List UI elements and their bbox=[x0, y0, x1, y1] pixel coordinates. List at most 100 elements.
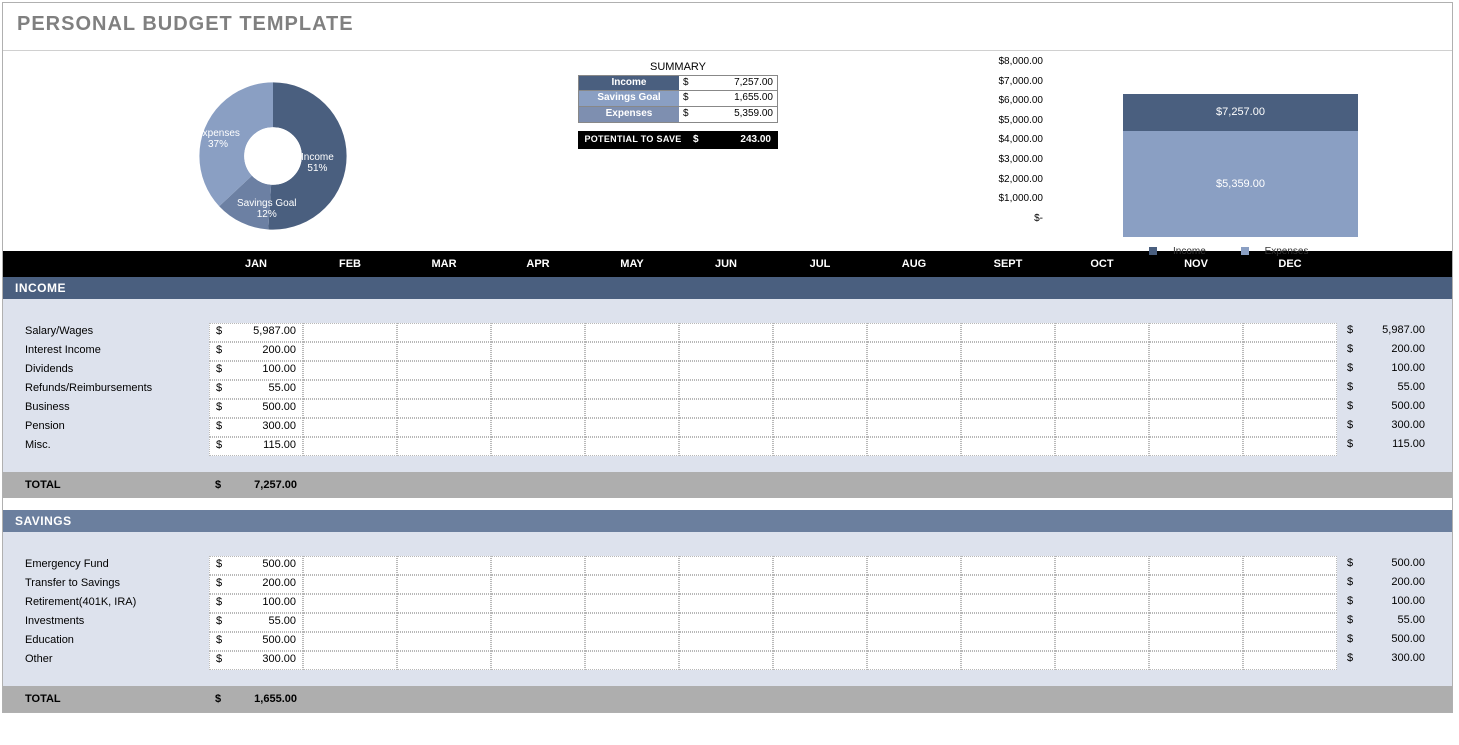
cell-oct[interactable] bbox=[1055, 632, 1149, 651]
cell-sept[interactable] bbox=[961, 380, 1055, 399]
cell-jun[interactable] bbox=[679, 575, 773, 594]
cell-mar[interactable] bbox=[397, 418, 491, 437]
cell-oct[interactable] bbox=[1055, 594, 1149, 613]
cell-feb[interactable] bbox=[303, 342, 397, 361]
cell-mar[interactable] bbox=[397, 575, 491, 594]
cell-feb[interactable] bbox=[303, 594, 397, 613]
cell-mar[interactable] bbox=[397, 632, 491, 651]
cell-apr[interactable] bbox=[491, 632, 585, 651]
cell-jun[interactable] bbox=[679, 361, 773, 380]
cell-nov[interactable] bbox=[1149, 556, 1243, 575]
cell-oct[interactable] bbox=[1055, 613, 1149, 632]
cell-jun[interactable] bbox=[679, 323, 773, 342]
cell-jan[interactable]: $500.00 bbox=[209, 399, 303, 418]
cell-jun[interactable] bbox=[679, 632, 773, 651]
cell-mar[interactable] bbox=[397, 342, 491, 361]
cell-jul[interactable] bbox=[773, 575, 867, 594]
cell-oct[interactable] bbox=[1055, 342, 1149, 361]
cell-may[interactable] bbox=[585, 380, 679, 399]
cell-jul[interactable] bbox=[773, 613, 867, 632]
cell-feb[interactable] bbox=[303, 399, 397, 418]
cell-aug[interactable] bbox=[867, 613, 961, 632]
cell-sept[interactable] bbox=[961, 575, 1055, 594]
cell-jan[interactable]: $200.00 bbox=[209, 575, 303, 594]
cell-may[interactable] bbox=[585, 556, 679, 575]
cell-may[interactable] bbox=[585, 594, 679, 613]
cell-apr[interactable] bbox=[491, 323, 585, 342]
cell-mar[interactable] bbox=[397, 651, 491, 670]
cell-may[interactable] bbox=[585, 418, 679, 437]
cell-apr[interactable] bbox=[491, 613, 585, 632]
cell-nov[interactable] bbox=[1149, 418, 1243, 437]
cell-dec[interactable] bbox=[1243, 418, 1337, 437]
cell-jul[interactable] bbox=[773, 556, 867, 575]
cell-sept[interactable] bbox=[961, 342, 1055, 361]
cell-jul[interactable] bbox=[773, 361, 867, 380]
cell-feb[interactable] bbox=[303, 651, 397, 670]
cell-feb[interactable] bbox=[303, 575, 397, 594]
cell-dec[interactable] bbox=[1243, 632, 1337, 651]
cell-jul[interactable] bbox=[773, 380, 867, 399]
cell-mar[interactable] bbox=[397, 380, 491, 399]
cell-jun[interactable] bbox=[679, 342, 773, 361]
cell-dec[interactable] bbox=[1243, 380, 1337, 399]
cell-feb[interactable] bbox=[303, 380, 397, 399]
cell-aug[interactable] bbox=[867, 575, 961, 594]
cell-jun[interactable] bbox=[679, 399, 773, 418]
cell-oct[interactable] bbox=[1055, 323, 1149, 342]
cell-may[interactable] bbox=[585, 361, 679, 380]
cell-dec[interactable] bbox=[1243, 651, 1337, 670]
cell-dec[interactable] bbox=[1243, 437, 1337, 456]
cell-jan[interactable]: $55.00 bbox=[209, 613, 303, 632]
cell-dec[interactable] bbox=[1243, 399, 1337, 418]
cell-oct[interactable] bbox=[1055, 361, 1149, 380]
cell-jan[interactable]: $100.00 bbox=[209, 361, 303, 380]
cell-feb[interactable] bbox=[303, 437, 397, 456]
cell-oct[interactable] bbox=[1055, 399, 1149, 418]
cell-jan[interactable]: $300.00 bbox=[209, 651, 303, 670]
cell-aug[interactable] bbox=[867, 399, 961, 418]
cell-jan[interactable]: $55.00 bbox=[209, 380, 303, 399]
cell-jun[interactable] bbox=[679, 437, 773, 456]
cell-jan[interactable]: $5,987.00 bbox=[209, 323, 303, 342]
cell-jul[interactable] bbox=[773, 437, 867, 456]
cell-jun[interactable] bbox=[679, 613, 773, 632]
cell-aug[interactable] bbox=[867, 556, 961, 575]
cell-mar[interactable] bbox=[397, 437, 491, 456]
cell-oct[interactable] bbox=[1055, 437, 1149, 456]
cell-apr[interactable] bbox=[491, 399, 585, 418]
cell-sept[interactable] bbox=[961, 323, 1055, 342]
cell-nov[interactable] bbox=[1149, 323, 1243, 342]
cell-jul[interactable] bbox=[773, 651, 867, 670]
cell-may[interactable] bbox=[585, 613, 679, 632]
cell-aug[interactable] bbox=[867, 380, 961, 399]
cell-apr[interactable] bbox=[491, 437, 585, 456]
cell-jul[interactable] bbox=[773, 632, 867, 651]
cell-sept[interactable] bbox=[961, 651, 1055, 670]
cell-apr[interactable] bbox=[491, 342, 585, 361]
cell-oct[interactable] bbox=[1055, 556, 1149, 575]
cell-aug[interactable] bbox=[867, 323, 961, 342]
cell-mar[interactable] bbox=[397, 323, 491, 342]
cell-nov[interactable] bbox=[1149, 594, 1243, 613]
cell-aug[interactable] bbox=[867, 437, 961, 456]
cell-sept[interactable] bbox=[961, 556, 1055, 575]
cell-apr[interactable] bbox=[491, 651, 585, 670]
cell-nov[interactable] bbox=[1149, 651, 1243, 670]
cell-jun[interactable] bbox=[679, 594, 773, 613]
cell-oct[interactable] bbox=[1055, 418, 1149, 437]
cell-may[interactable] bbox=[585, 342, 679, 361]
cell-nov[interactable] bbox=[1149, 380, 1243, 399]
cell-jun[interactable] bbox=[679, 418, 773, 437]
cell-nov[interactable] bbox=[1149, 399, 1243, 418]
cell-jan[interactable]: $500.00 bbox=[209, 556, 303, 575]
cell-nov[interactable] bbox=[1149, 632, 1243, 651]
cell-jun[interactable] bbox=[679, 380, 773, 399]
cell-mar[interactable] bbox=[397, 399, 491, 418]
cell-aug[interactable] bbox=[867, 651, 961, 670]
cell-apr[interactable] bbox=[491, 418, 585, 437]
cell-jul[interactable] bbox=[773, 342, 867, 361]
cell-jul[interactable] bbox=[773, 399, 867, 418]
cell-apr[interactable] bbox=[491, 361, 585, 380]
cell-apr[interactable] bbox=[491, 556, 585, 575]
